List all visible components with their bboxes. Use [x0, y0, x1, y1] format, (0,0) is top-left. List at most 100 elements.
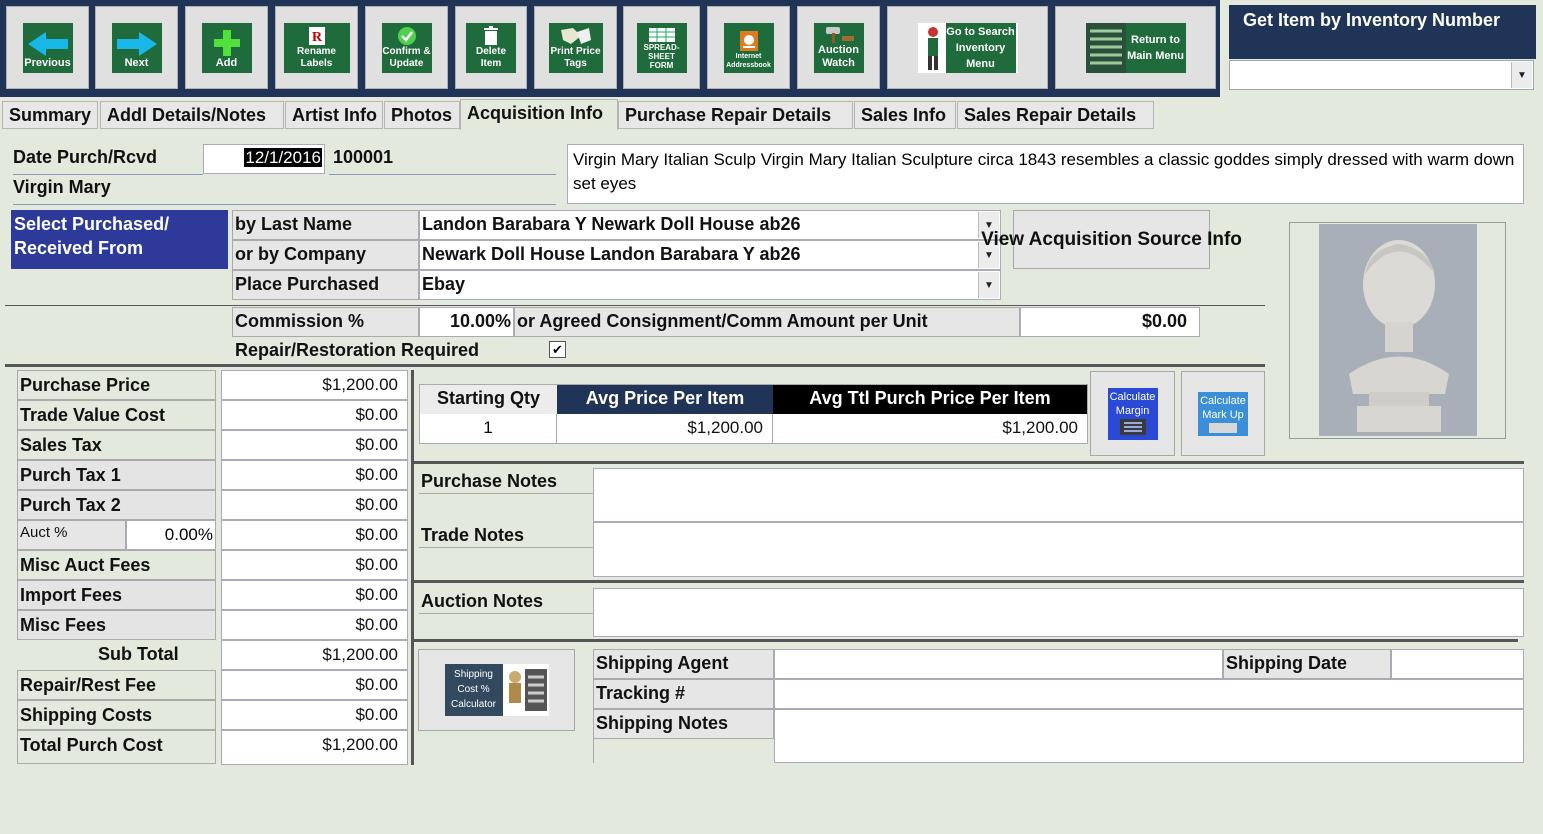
item-photo-frame — [1289, 222, 1506, 439]
date-purch-field[interactable]: 12/1/2016 — [203, 144, 325, 174]
tab-addl-details[interactable]: Addl Details/Notes — [100, 101, 284, 129]
get-item-title: Get Item by Inventory Number — [1229, 5, 1536, 59]
divider — [5, 305, 1265, 306]
divider — [419, 613, 594, 614]
calculator-icon — [1209, 422, 1237, 433]
divider — [414, 639, 1518, 642]
calculate-markup-button[interactable]: Calculate Mark Up — [1181, 371, 1265, 456]
trade-notes-field[interactable] — [593, 522, 1524, 577]
cost-value-field[interactable]: $0.00 — [221, 700, 408, 730]
addressbook-icon — [739, 30, 758, 51]
repair-required-label: Repair/Restoration Required — [235, 340, 480, 360]
avg-total-value: $1,200.00 — [1002, 418, 1078, 437]
cost-value-field[interactable]: $0.00 — [221, 460, 408, 490]
tab-purchase-repair[interactable]: Purchase Repair Details — [618, 101, 853, 129]
repair-required-checkbox[interactable]: ✔ — [549, 341, 566, 358]
spreadsheet-form-button[interactable]: SPREAD-SHEET FORM — [623, 6, 700, 89]
by-last-name-combo[interactable]: Landon Barabara Y Newark Doll House ab26… — [419, 210, 1001, 240]
tab-acquisition-info[interactable]: Acquisition Info — [460, 99, 618, 130]
tab-artist-info[interactable]: Artist Info — [285, 101, 383, 129]
cost-label: Sales Tax — [17, 430, 216, 460]
shipping-agent-field[interactable] — [774, 649, 1223, 679]
chevron-down-icon[interactable]: ▼ — [1511, 62, 1532, 88]
svg-text:R: R — [312, 30, 323, 45]
item-photo[interactable] — [1319, 224, 1477, 436]
shipping-date-label: Shipping Date — [1223, 649, 1391, 679]
divider — [13, 204, 556, 205]
purchase-notes-field[interactable] — [593, 468, 1524, 522]
cost-value-field[interactable]: $0.00 — [221, 580, 408, 610]
starting-qty-value[interactable]: 1 — [420, 414, 557, 443]
delete-item-button[interactable]: Delete Item — [455, 6, 527, 89]
divider — [5, 364, 1265, 367]
cost-label: Shipping Costs — [17, 700, 216, 730]
divider — [414, 461, 1524, 464]
auction-notes-field[interactable] — [593, 588, 1524, 637]
by-last-name-label: by Last Name — [232, 210, 419, 240]
toolbar: Previous Next Add R Rename Labels Confir… — [0, 0, 1220, 97]
tab-sales-info[interactable]: Sales Info — [854, 101, 956, 129]
cost-label: Purch Tax 1 — [17, 460, 216, 490]
cost-value-field[interactable]: $0.00 — [221, 430, 408, 460]
next-button[interactable]: Next — [95, 6, 178, 89]
cost-label: Trade Value Cost — [17, 400, 216, 430]
cost-label: Import Fees — [17, 580, 216, 610]
tab-summary[interactable]: Summary — [2, 101, 98, 129]
tab-sales-repair[interactable]: Sales Repair Details — [957, 101, 1154, 129]
calculator-icon — [508, 669, 547, 711]
cost-label: Auct % — [17, 520, 126, 550]
cost-value-field[interactable]: $1,200.00 — [221, 640, 408, 670]
cost-label: Total Purch Cost — [17, 730, 216, 764]
auction-watch-button[interactable]: Auction Watch — [797, 6, 880, 89]
check-circle-icon — [397, 26, 416, 45]
tab-photos[interactable]: Photos — [384, 101, 460, 129]
add-button[interactable]: Add — [185, 6, 268, 89]
rename-icon: R — [308, 26, 325, 45]
agreed-amount-field[interactable]: $0.00 — [1020, 307, 1200, 337]
go-to-search-button[interactable]: Go to Search Inventory Menu — [887, 6, 1048, 89]
place-purchased-combo[interactable]: Ebay ▼ — [419, 270, 1001, 300]
commission-field[interactable]: 10.00% — [419, 307, 514, 337]
cost-value-field[interactable]: $0.00 — [221, 550, 408, 580]
cost-value-field[interactable]: $0.00 — [221, 520, 408, 550]
shipping-notes-spacer — [593, 739, 774, 763]
cost-value-field[interactable]: $1,200.00 — [221, 730, 408, 765]
chevron-down-icon[interactable]: ▼ — [978, 272, 999, 298]
return-to-main-button[interactable]: Return to Main Menu — [1055, 6, 1216, 89]
gavel-icon — [825, 26, 854, 43]
print-price-tags-button[interactable]: Print Price Tags — [534, 6, 617, 89]
shipping-date-field[interactable] — [1391, 649, 1524, 679]
get-item-combo[interactable]: ▼ — [1229, 60, 1534, 90]
cost-value-field[interactable]: $0.00 — [221, 490, 408, 520]
calculate-margin-button[interactable]: Calculate Margin — [1090, 371, 1175, 456]
cost-value-field[interactable]: $0.00 — [221, 670, 408, 700]
by-company-combo[interactable]: Newark Doll House Landon Barabara Y ab26… — [419, 240, 1001, 270]
description-field[interactable]: Virgin Mary Italian Sculp Virgin Mary It… — [567, 144, 1524, 204]
price-tag-icon — [560, 27, 591, 44]
shipping-notes-field[interactable] — [774, 709, 1524, 763]
cost-value-field[interactable]: $1,200.00 — [221, 370, 408, 400]
cost-label: Misc Auct Fees — [17, 550, 216, 580]
cost-value-field[interactable]: $0.00 — [221, 610, 408, 640]
commission-label: Commission % — [232, 307, 419, 337]
arrow-left-icon — [27, 31, 68, 56]
cost-label: Sub Total — [98, 644, 179, 664]
rename-labels-button[interactable]: R Rename Labels — [275, 6, 358, 89]
divider — [411, 370, 414, 765]
confirm-update-button[interactable]: Confirm & Update — [365, 6, 448, 89]
tracking-field[interactable] — [774, 679, 1524, 709]
previous-button[interactable]: Previous — [6, 6, 89, 89]
tracking-label: Tracking # — [593, 679, 774, 709]
cost-label: Repair/Rest Fee — [17, 670, 216, 700]
item-name: Virgin Mary — [13, 177, 111, 197]
cost-label: Purch Tax 2 — [17, 490, 216, 520]
auct-pct-field[interactable]: 0.00% — [126, 520, 216, 550]
shipping-calculator-button[interactable]: Shipping Cost % Calculator — [418, 649, 575, 731]
view-acquisition-source-button[interactable]: View Acquisition Source Info — [981, 210, 1242, 269]
place-purchased-label: Place Purchased — [232, 270, 419, 300]
cost-value-field[interactable]: $0.00 — [221, 400, 408, 430]
spreadsheet-icon — [648, 27, 675, 42]
avg-price-value: $1,200.00 — [557, 414, 773, 443]
select-purchased-label: Select Purchased/ Received From — [11, 210, 228, 269]
internet-addressbook-button[interactable]: Internet Addressbook — [707, 6, 790, 89]
